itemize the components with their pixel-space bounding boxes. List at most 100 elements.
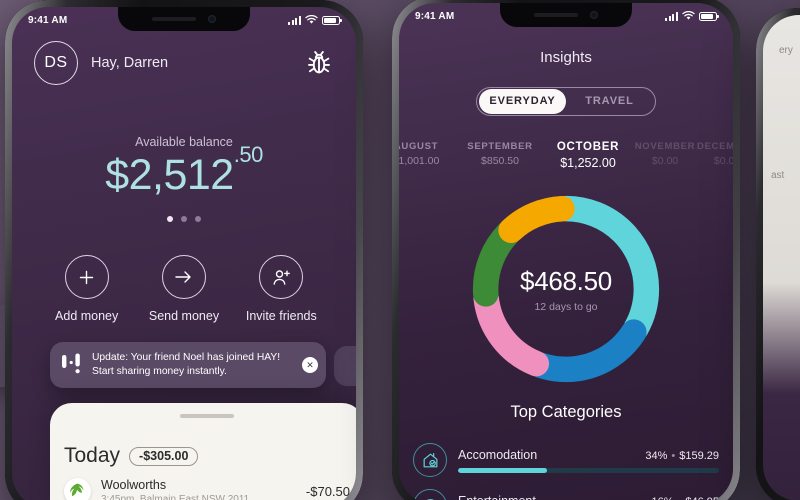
ticket-icon: [413, 489, 447, 500]
tab-travel[interactable]: TRAVEL: [566, 89, 653, 114]
category-amount: $46.95: [685, 496, 719, 500]
category-body: Accomodation 34% • $159.29: [458, 448, 719, 473]
quick-actions: Add money Send money Invite friends: [12, 255, 356, 323]
bug-icon[interactable]: [304, 48, 334, 78]
balance-amount: $2,512.50: [12, 143, 356, 197]
toast-line-1: Update: Your friend Noel has joined HAY!: [92, 352, 281, 364]
category-line: Entertainment 16% • $46.95: [458, 494, 719, 500]
notch: [118, 7, 250, 31]
action-send-money[interactable]: Send money: [138, 255, 230, 323]
separator-dot: •: [671, 449, 676, 462]
insights-tabs[interactable]: EVERYDAY TRAVEL: [476, 87, 656, 116]
action-invite-friends[interactable]: Invite friends: [235, 255, 327, 323]
toast-peek-next[interactable]: [334, 346, 356, 386]
action-label: Send money: [148, 309, 220, 323]
month-name: NOVEMBER: [634, 141, 696, 152]
transaction-merchant: Woolworths: [101, 478, 167, 492]
separator-dot: •: [677, 496, 681, 500]
map-label-1: ery: [779, 45, 793, 56]
month-value: $0.00: [713, 155, 733, 167]
transaction-amount: -$70.50: [305, 484, 350, 499]
toast-line-2: Start sharing money instantly.: [92, 366, 227, 377]
category-amount: $159.29: [679, 449, 719, 462]
category-body: Entertainment 16% • $46.95: [458, 494, 719, 500]
account-header: DS Hay, Darren: [34, 41, 334, 85]
day-total-badge: -$305.00: [129, 446, 199, 466]
category-line: Accomodation 34% • $159.29: [458, 448, 719, 462]
balance-cents: .50: [233, 141, 264, 167]
category-row-entertainment[interactable]: Entertainment 16% • $46.95: [413, 489, 719, 500]
transactions-sheet: Today -$305.00 Woolworths 3:45pm, Balmai…: [50, 403, 356, 500]
category-row-accomodation[interactable]: Accomodation 34% • $159.29: [413, 443, 719, 477]
status-time: 9:41 AM: [415, 10, 455, 22]
phone-left-screen: 9:41 AM DS Hay, Darren Available balance…: [12, 7, 356, 500]
close-icon[interactable]: ✕: [302, 357, 318, 373]
spending-donut-chart[interactable]: $468.50 12 days to go: [468, 191, 664, 387]
arrow-right-icon: [161, 255, 206, 299]
person-add-icon: [259, 255, 304, 299]
category-percent: 34%: [645, 449, 668, 462]
category-progress-fill: [458, 467, 547, 473]
earpiece-speaker: [534, 13, 578, 17]
signal-bars-icon: [664, 11, 678, 21]
front-camera: [590, 11, 598, 19]
donut-subtitle: 12 days to go: [534, 300, 598, 313]
category-name: Accomodation: [458, 447, 538, 462]
earpiece-speaker: [152, 17, 196, 21]
month-value: $0.00: [651, 155, 679, 167]
phone-left: 9:41 AM DS Hay, Darren Available balance…: [5, 0, 363, 500]
month-august[interactable]: AUGUST $1,001.00: [399, 141, 458, 167]
month-name: SEPTEMBER: [467, 141, 533, 152]
transaction-meta: 3:45pm, Balmain East NSW 2011: [101, 494, 250, 500]
tab-everyday[interactable]: EVERYDAY: [479, 89, 566, 114]
wifi-icon: [682, 11, 695, 20]
action-label: Invite friends: [245, 309, 317, 323]
carousel-dot[interactable]: [181, 216, 187, 222]
phone-third: ery ast: [756, 8, 800, 500]
month-value: $1,252.00: [560, 156, 616, 170]
woolworths-logo: [64, 478, 91, 500]
top-categories-title: Top Categories: [510, 403, 622, 421]
month-september[interactable]: SEPTEMBER $850.50: [458, 141, 542, 167]
month-october-selected[interactable]: OCTOBER $1,252.00: [542, 141, 634, 170]
day-header: Today -$305.00: [50, 418, 356, 468]
month-name: AUGUST: [399, 141, 439, 152]
balance-section: Available balance $2,512.50: [12, 135, 356, 222]
carousel-dot[interactable]: [195, 216, 201, 222]
notification-toast[interactable]: Update: Your friend Noel has joined HAY!…: [50, 342, 326, 388]
action-add-money[interactable]: Add money: [41, 255, 133, 323]
table-row[interactable]: Woolworths 3:45pm, Balmain East NSW 2011…: [50, 468, 356, 500]
avatar-initials: DS: [44, 54, 68, 71]
map-label-2: ast: [771, 170, 785, 181]
phone-right: 9:41 AM Insights EVERYDAY TRAVEL AUGUST …: [392, 0, 740, 500]
month-name: OCTOBER: [556, 141, 620, 153]
greeting-text: Hay, Darren: [91, 55, 169, 71]
transaction-info: Woolworths 3:45pm, Balmain East NSW 2011: [101, 478, 296, 500]
page-title: Insights: [540, 49, 592, 66]
phone-third-screen: ery ast: [763, 15, 800, 500]
month-selector[interactable]: AUGUST $1,001.00 SEPTEMBER $850.50 OCTOB…: [399, 141, 733, 179]
alert-icon: [61, 351, 83, 379]
battery-icon: [699, 11, 719, 21]
carousel-dots[interactable]: [12, 216, 356, 222]
month-name: DECEMBER: [697, 141, 733, 152]
status-icons: [287, 15, 342, 25]
status-time: 9:41 AM: [28, 14, 68, 26]
front-camera: [208, 15, 216, 23]
category-values: 16% • $46.95: [651, 496, 719, 500]
battery-icon: [322, 15, 342, 25]
notch: [500, 3, 632, 27]
carousel-dot-active[interactable]: [167, 216, 173, 222]
avatar[interactable]: DS: [34, 41, 78, 85]
signal-bars-icon: [287, 15, 301, 25]
donut-chart-wrap: $468.50 12 days to go: [399, 191, 733, 387]
phone-right-screen: 9:41 AM Insights EVERYDAY TRAVEL AUGUST …: [399, 3, 733, 500]
month-november[interactable]: NOVEMBER $0.00: [634, 141, 696, 167]
month-value: $1,001.00: [399, 155, 440, 167]
month-value: $850.50: [481, 155, 519, 167]
month-december[interactable]: DECEMBER $0.00: [696, 141, 733, 167]
action-label: Add money: [55, 309, 119, 323]
category-name: Entertainment: [458, 494, 536, 500]
plus-icon: [64, 255, 109, 299]
status-icons: [664, 11, 719, 21]
